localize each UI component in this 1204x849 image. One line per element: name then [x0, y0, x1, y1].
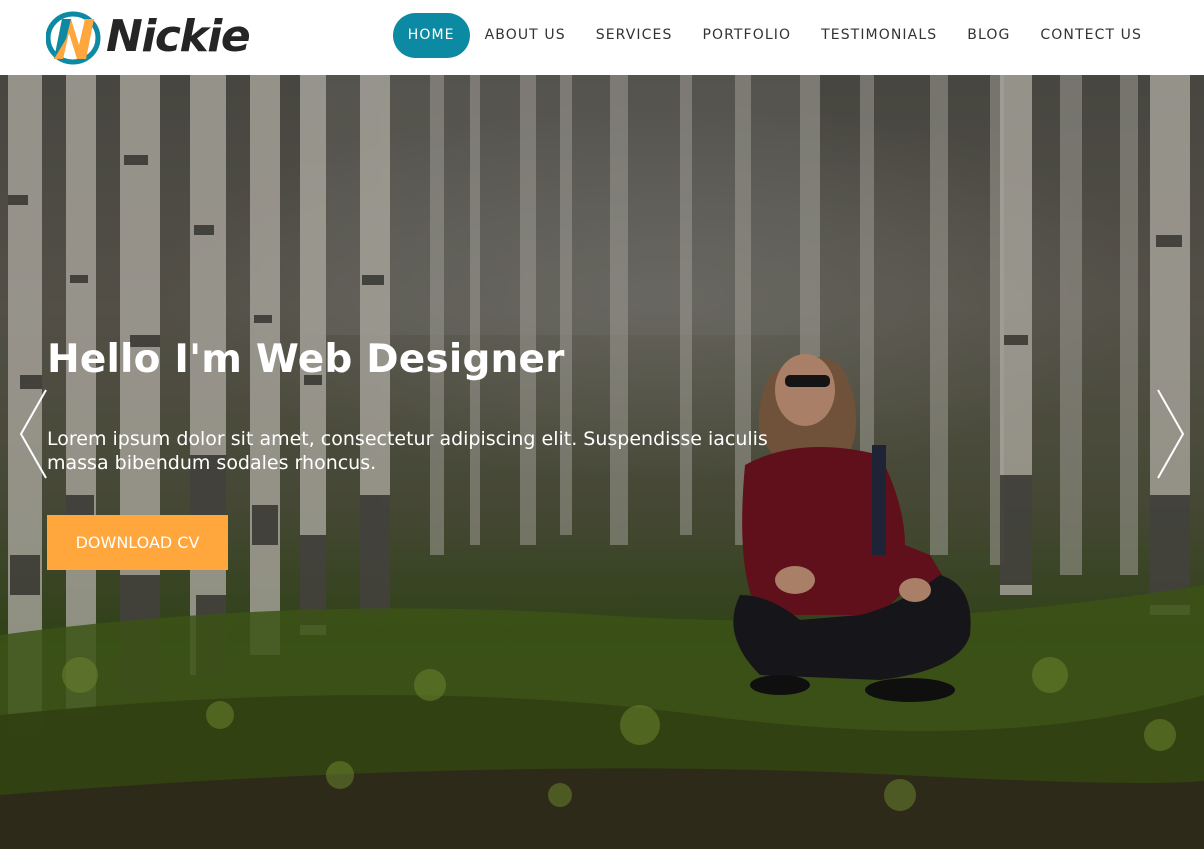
hero-title: Hello I'm Web Designer	[47, 337, 565, 382]
hero-description: Lorem ipsum dolor sit amet, consectetur …	[47, 428, 768, 474]
slider-next-button[interactable]	[1156, 389, 1186, 479]
site-header: Nickie HOME ABOUT US SERVICES PORTFOLIO …	[0, 0, 1204, 75]
download-cv-button[interactable]: DOWNLOAD CV	[47, 515, 228, 570]
nav-item-about-us[interactable]: ABOUT US	[470, 13, 581, 58]
logo[interactable]: Nickie	[46, 9, 256, 65]
hero-slider: Hello I'm Web Designer Lorem ipsum dolor…	[0, 75, 1204, 849]
main-nav: HOME ABOUT US SERVICES PORTFOLIO TESTIMO…	[392, 13, 1204, 58]
nav-item-services[interactable]: SERVICES	[581, 13, 688, 58]
nav-item-testimonials[interactable]: TESTIMONIALS	[806, 13, 952, 58]
chevron-left-icon	[19, 389, 47, 479]
chevron-right-icon	[1157, 389, 1185, 479]
nav-item-contact-us[interactable]: CONTECT US	[1025, 13, 1157, 58]
nav-item-blog[interactable]: BLOG	[952, 13, 1025, 58]
nav-item-home[interactable]: HOME	[392, 13, 470, 58]
slider-prev-button[interactable]	[18, 389, 48, 479]
logo-n-icon	[46, 11, 101, 65]
logo-wordmark: Nickie	[106, 11, 251, 62]
nav-item-portfolio[interactable]: PORTFOLIO	[687, 13, 806, 58]
